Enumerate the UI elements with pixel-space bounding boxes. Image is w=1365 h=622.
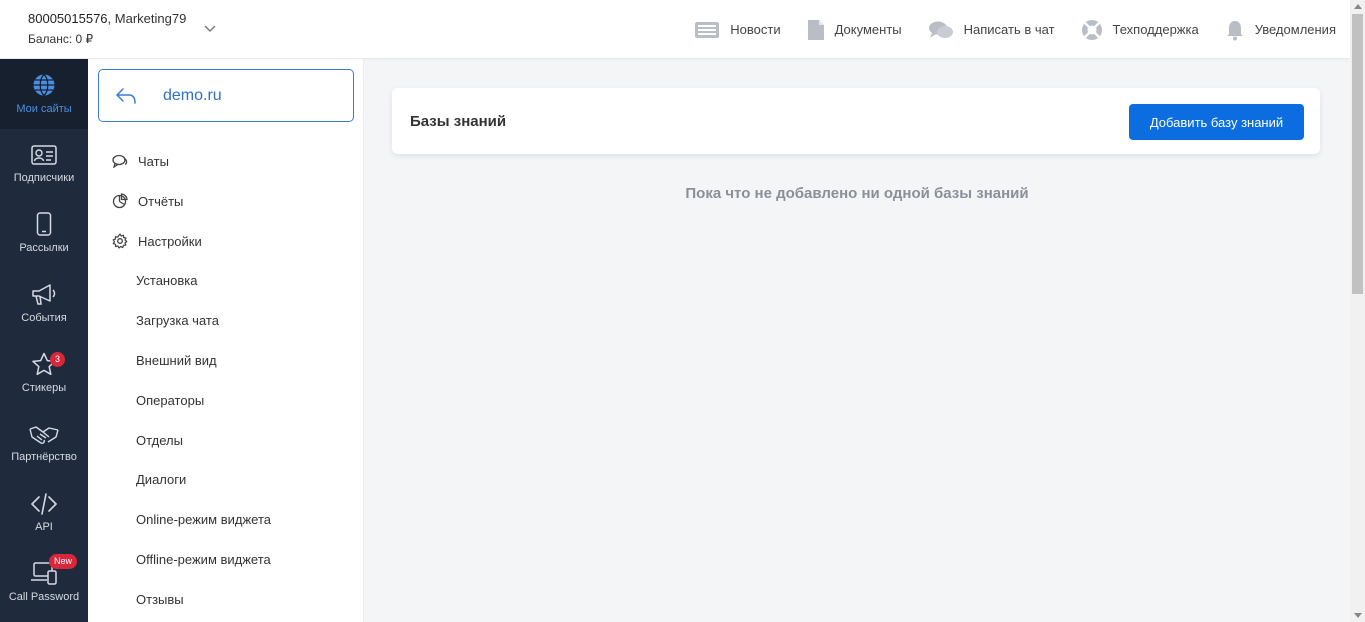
menu-item-reports[interactable]: Отчёты (88, 181, 364, 221)
news-icon (695, 21, 720, 38)
account-id: 80005015576 (28, 11, 108, 26)
main-content: Базы знаний Добавить базу знаний Пока чт… (364, 59, 1350, 622)
rail-item-subscribers[interactable]: Подписчики (0, 129, 88, 199)
account-name: , Marketing79 (107, 11, 187, 26)
nav-documents-label: Документы (834, 22, 902, 37)
nav-support-label: Техподдержка (1112, 22, 1199, 37)
rail-item-partnership[interactable]: Партнёрство (0, 408, 88, 478)
knowledge-base-card: Базы знаний Добавить базу знаний (392, 88, 1320, 154)
site-menu: Чаты Отчёты Настройки Установка Загрузка… (88, 141, 364, 619)
nav-notifications-label: Уведомления (1254, 22, 1336, 37)
top-header: 80005015576, Marketing79 Баланс: 0 ₽ Нов… (0, 0, 1350, 59)
page-title: Базы знаний (410, 113, 507, 130)
account-line: 80005015576, Marketing79 (28, 11, 186, 26)
scrollbar-thumb[interactable] (1352, 14, 1363, 294)
rail-item-stickers[interactable]: 3 Стикеры (0, 338, 88, 408)
account-info[interactable]: 80005015576, Marketing79 Баланс: 0 ₽ (28, 11, 186, 46)
submenu-item-operators[interactable]: Операторы (88, 380, 364, 420)
nav-news-label: Новости (730, 22, 781, 37)
scroll-up-arrow-icon[interactable] (1354, 4, 1362, 9)
rail-label: Call Password (8, 591, 80, 604)
globe-icon (33, 73, 55, 96)
top-nav: Новости Документы Написать в чат Техподд… (668, 0, 1336, 59)
main-nav-rail: Мои сайты Подписчики Рассылки События 3 … (0, 59, 88, 622)
contact-card-icon (31, 144, 57, 165)
rail-label: Рассылки (19, 242, 69, 255)
rail-label: Партнёрство (11, 450, 77, 463)
bell-icon (1226, 20, 1243, 40)
rail-item-my-sites[interactable]: Мои сайты (0, 59, 88, 129)
site-name: demo.ru (163, 86, 222, 104)
phone-icon (36, 212, 52, 237)
add-knowledge-base-button[interactable]: Добавить базу знаний (1129, 104, 1304, 140)
nav-news[interactable]: Новости (694, 21, 781, 39)
submenu-item-appearance[interactable]: Внешний вид (88, 341, 364, 381)
rail-item-call-password[interactable]: New Call Password (0, 548, 88, 618)
nav-chat[interactable]: Написать в чат (928, 20, 1055, 40)
menu-item-chats[interactable]: Чаты (88, 141, 364, 181)
chevron-down-icon[interactable] (203, 22, 217, 36)
menu-item-label: Настройки (138, 233, 202, 249)
chats-icon (112, 154, 128, 168)
rail-label: События (21, 312, 67, 325)
submenu-item-dialogs[interactable]: Диалоги (88, 460, 364, 500)
report-icon (112, 193, 128, 209)
gear-icon (112, 233, 128, 249)
chat-icon (928, 21, 953, 38)
nav-chat-label: Написать в чат (963, 22, 1055, 37)
site-sidebar: demo.ru Чаты Отчёты Настройки Установка … (88, 59, 364, 622)
submenu-item-offline-widget[interactable]: Offline-режим виджета (88, 540, 364, 580)
menu-item-label: Чаты (138, 153, 169, 169)
call-password-new-badge: New (49, 553, 78, 569)
submenu-item-chat-loading[interactable]: Загрузка чата (88, 301, 364, 341)
rail-item-mailings[interactable]: Рассылки (0, 199, 88, 269)
handshake-icon (29, 426, 59, 444)
code-icon (30, 492, 58, 515)
nav-support[interactable]: Техподдержка (1081, 19, 1199, 41)
menu-item-label: Отчёты (138, 193, 184, 209)
balance: Баланс: 0 ₽ (28, 32, 94, 46)
scroll-down-arrow-icon[interactable] (1354, 613, 1362, 618)
rail-item-api[interactable]: API (0, 478, 88, 548)
submenu-item-reviews[interactable]: Отзывы (88, 579, 364, 619)
menu-item-settings[interactable]: Настройки (88, 221, 364, 261)
submenu-item-departments[interactable]: Отделы (88, 420, 364, 460)
stickers-badge: 3 (50, 352, 66, 368)
rail-label: API (35, 520, 53, 533)
rail-label: Стикеры (21, 382, 67, 395)
document-icon (807, 19, 824, 40)
submenu-item-install[interactable]: Установка (88, 261, 364, 301)
back-arrow-icon (116, 87, 136, 104)
nav-notifications[interactable]: Уведомления (1225, 19, 1336, 41)
rail-item-events[interactable]: События (0, 268, 88, 338)
submenu-item-online-widget[interactable]: Online-режим виджета (88, 500, 364, 540)
megaphone-icon (32, 284, 56, 306)
site-selector[interactable]: demo.ru (98, 69, 354, 122)
rail-label: Мои сайты (16, 102, 72, 115)
empty-state-message: Пока что не добавлено ни одной базы знан… (685, 185, 1029, 202)
lifebuoy-icon (1081, 19, 1102, 40)
nav-documents[interactable]: Документы (807, 19, 902, 41)
page-scrollbar[interactable] (1350, 0, 1365, 622)
rail-label: Подписчики (13, 171, 75, 184)
